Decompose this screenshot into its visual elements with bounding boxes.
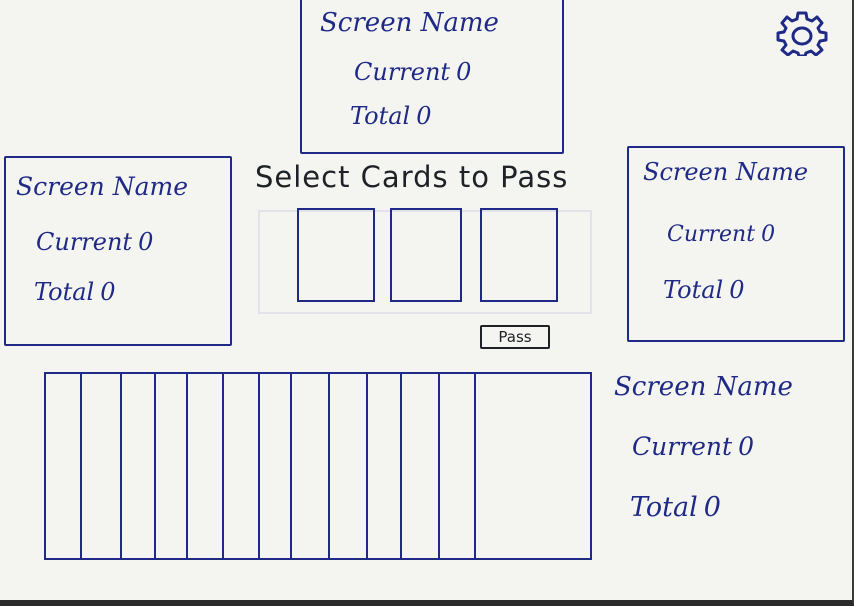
player-right-current: Current 0 [667,222,775,247]
player-bottom-total-label: Total [630,492,698,523]
player-top-current-value: 0 [456,58,472,86]
player-right-total-label: Total [663,276,724,304]
player-top-name: Screen Name [320,8,499,38]
hand-card-divider[interactable] [366,374,368,558]
settings-gear-icon[interactable] [776,10,828,58]
pass-card-slot-1[interactable] [297,208,375,302]
player-right-total-value: 0 [729,276,745,304]
hand-card-divider[interactable] [120,374,122,558]
select-cards-heading: Select Cards to Pass [255,160,569,194]
hand-card-divider[interactable] [328,374,330,558]
player-top-total: Total 0 [350,102,432,130]
player-right-total: Total 0 [663,276,745,304]
player-top-current-label: Current [354,58,451,86]
player-right-current-label: Current [667,222,756,247]
player-top-current: Current 0 [354,58,471,86]
player-left-panel: Screen Name Current 0 Total 0 [4,156,232,346]
player-top-total-value: 0 [416,102,432,130]
player-bottom-panel: Screen Name Current 0 Total 0 [610,368,840,548]
hand-card-divider[interactable] [474,374,476,558]
hand-card-divider[interactable] [400,374,402,558]
player-left-current-value: 0 [138,228,154,256]
player-top-total-label: Total [350,102,411,130]
player-bottom-total-value: 0 [703,492,721,523]
hand-card-divider[interactable] [258,374,260,558]
pass-card-slot-2[interactable] [390,208,462,302]
player-left-total-label: Total [34,278,95,306]
hand-card-divider[interactable] [290,374,292,558]
player-right-name: Screen Name [643,158,809,186]
hand-card-divider[interactable] [222,374,224,558]
player-right-current-value: 0 [761,222,776,247]
player-right-panel: Screen Name Current 0 Total 0 [627,146,845,342]
gear-icon [776,11,828,58]
hand-card-divider[interactable] [438,374,440,558]
player-bottom-current-value: 0 [738,432,754,461]
player-top-panel: Screen Name Current 0 Total 0 [300,0,564,154]
pass-button[interactable]: Pass [480,325,550,349]
hand-card-divider[interactable] [154,374,156,558]
player-left-total-value: 0 [100,278,116,306]
player-hand [44,372,592,560]
player-bottom-total: Total 0 [630,492,721,523]
player-bottom-current-label: Current [632,432,733,461]
hand-card-divider[interactable] [186,374,188,558]
player-left-current-label: Current [36,228,133,256]
hand-card-divider[interactable] [80,374,82,558]
player-bottom-current: Current 0 [632,432,754,461]
player-left-total: Total 0 [34,278,116,306]
player-left-current: Current 0 [36,228,153,256]
pass-card-slot-3[interactable] [480,208,558,302]
player-left-name: Screen Name [16,172,188,201]
player-bottom-name: Screen Name [614,372,793,402]
